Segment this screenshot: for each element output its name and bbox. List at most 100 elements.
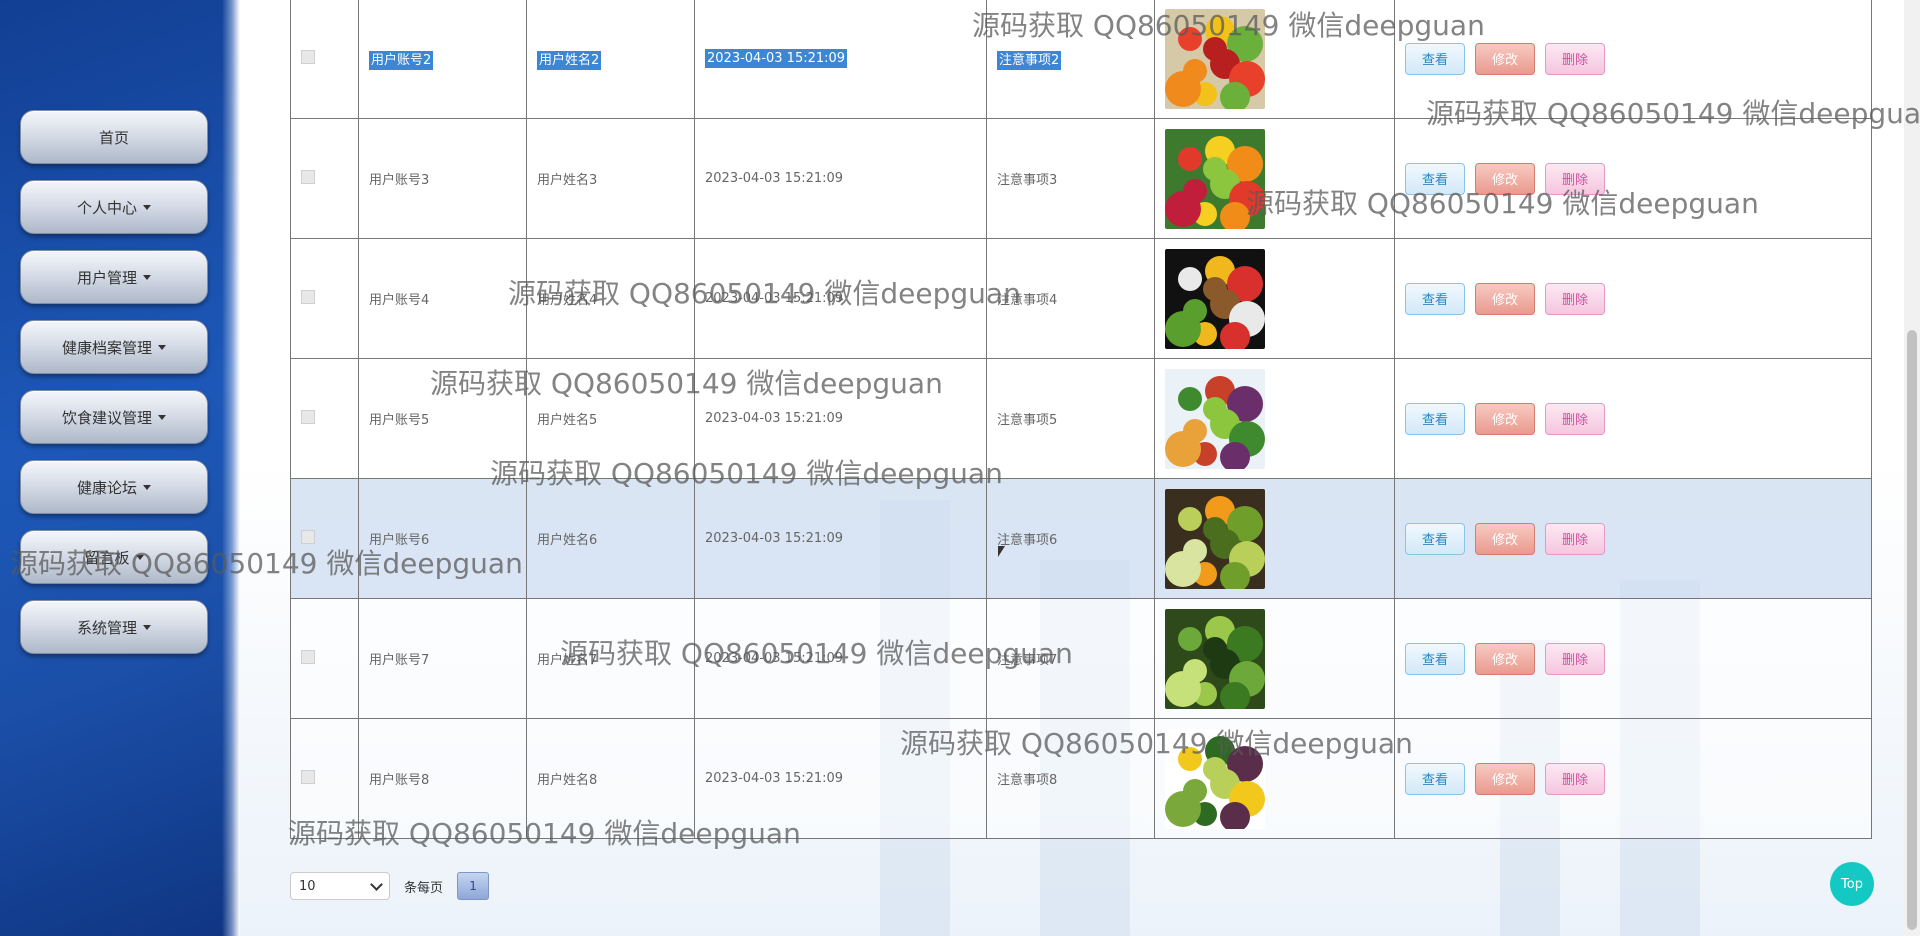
account-cell: 用户账号3 — [358, 118, 527, 239]
table-row[interactable]: 用户账号8 用户姓名8 2023-04-03 15:21:09 注意事项8 查看… — [290, 718, 1872, 839]
edit-button[interactable]: 修改 — [1475, 402, 1536, 435]
actions-cell: 查看 修改 删除 — [1394, 0, 1872, 119]
row-checkbox[interactable] — [301, 769, 315, 784]
view-button[interactable]: 查看 — [1405, 42, 1466, 75]
sidebar-item-6[interactable]: 留言板 — [20, 530, 208, 584]
sidebar-item-3[interactable]: 健康档案管理 — [20, 320, 208, 374]
data-table: 用户账号2 用户姓名2 2023-04-03 15:21:09 注意事项2 查看… — [290, 0, 1872, 839]
name-cell: 用户姓名7 — [526, 598, 695, 719]
image-cell — [1154, 718, 1395, 839]
produce-image — [1165, 248, 1384, 349]
time-cell: 2023-04-03 15:21:09 — [694, 118, 987, 239]
row-checkbox[interactable] — [301, 289, 315, 304]
delete-button[interactable]: 删除 — [1545, 282, 1606, 315]
time-cell: 2023-04-03 15:21:09 — [694, 478, 987, 599]
page-button-current[interactable]: 1 — [457, 872, 490, 900]
name-cell: 用户姓名2 — [526, 0, 695, 119]
table-row[interactable]: 用户账号5 用户姓名5 2023-04-03 15:21:09 注意事项5 查看… — [290, 358, 1872, 479]
name-cell: 用户姓名3 — [526, 118, 695, 239]
view-button[interactable]: 查看 — [1405, 162, 1466, 195]
delete-button[interactable]: 删除 — [1545, 522, 1606, 555]
produce-image — [1165, 488, 1384, 589]
actions-cell: 查看 修改 删除 — [1394, 718, 1872, 839]
row-checkbox[interactable] — [301, 169, 315, 184]
view-button[interactable]: 查看 — [1405, 522, 1466, 555]
edit-button[interactable]: 修改 — [1475, 642, 1536, 675]
edit-button[interactable]: 修改 — [1475, 42, 1536, 75]
time-cell: 2023-04-03 15:21:09 — [694, 598, 987, 719]
name-cell: 用户姓名8 — [526, 718, 695, 839]
caret-down-icon — [143, 484, 151, 490]
chevron-down-icon — [370, 877, 383, 891]
notes: 注意事项8 — [997, 773, 1058, 788]
sidebar-item-label: 个人中心 — [76, 198, 137, 217]
sidebar: 首页个人中心用户管理健康档案管理 饮食建议管理健康论坛留言板系统管理 — [0, 0, 240, 936]
user-account: 用户账号4 — [369, 293, 430, 308]
sidebar-item-label: 系统管理 — [76, 618, 137, 637]
view-button[interactable]: 查看 — [1405, 762, 1466, 795]
actions-cell: 查看 修改 删除 — [1394, 118, 1872, 239]
back-to-top-button[interactable]: Top — [1830, 862, 1874, 906]
view-button[interactable]: 查看 — [1405, 282, 1466, 315]
note-cell: 注意事项7 — [986, 598, 1155, 719]
table-row[interactable]: 用户账号4 用户姓名4 2023-04-03 15:21:09 注意事项4 查看… — [290, 238, 1872, 359]
edit-button[interactable]: 修改 — [1475, 762, 1536, 795]
produce-image — [1165, 608, 1384, 709]
scrollbar-thumb[interactable] — [1907, 330, 1917, 930]
table-row[interactable]: 用户账号7 用户姓名7 2023-04-03 15:21:09 注意事项7 查看… — [290, 598, 1872, 719]
data-table-container: 用户账号2 用户姓名2 2023-04-03 15:21:09 注意事项2 查看… — [290, 0, 1872, 839]
view-button[interactable]: 查看 — [1405, 642, 1466, 675]
note-cell: 注意事项4 — [986, 238, 1155, 359]
mouse-cursor-icon — [998, 546, 1005, 557]
delete-button[interactable]: 删除 — [1545, 162, 1606, 195]
sidebar-item-4[interactable]: 饮食建议管理 — [20, 390, 208, 444]
image-cell — [1154, 238, 1395, 359]
caret-down-icon — [135, 554, 144, 560]
table-row[interactable]: 用户账号2 用户姓名2 2023-04-03 15:21:09 注意事项2 查看… — [290, 0, 1872, 119]
user-name: 用户姓名4 — [537, 293, 598, 308]
table-row[interactable]: 用户账号3 用户姓名3 2023-04-03 15:21:09 注意事项3 查看… — [290, 118, 1872, 239]
sidebar-item-label: 健康论坛 — [76, 478, 137, 497]
caret-down-icon — [143, 204, 151, 210]
user-account: 用户账号5 — [369, 413, 430, 428]
time-cell: 2023-04-03 15:21:09 — [694, 358, 987, 479]
user-name: 用户姓名8 — [537, 773, 598, 788]
delete-button[interactable]: 删除 — [1545, 402, 1606, 435]
edit-button[interactable]: 修改 — [1475, 282, 1536, 315]
user-name: 用户姓名5 — [537, 413, 598, 428]
delete-button[interactable]: 删除 — [1545, 642, 1606, 675]
image-cell — [1154, 118, 1395, 239]
sidebar-item-0[interactable]: 首页 — [20, 110, 208, 164]
vertical-scrollbar[interactable] — [1904, 0, 1920, 936]
sidebar-item-label: 留言板 — [84, 548, 130, 567]
row-checkbox[interactable] — [301, 409, 315, 424]
page-size-select[interactable]: 10 — [290, 872, 390, 900]
edit-button[interactable]: 修改 — [1475, 522, 1536, 555]
sidebar-item-1[interactable]: 个人中心 — [20, 180, 208, 234]
user-account: 用户账号3 — [369, 173, 430, 188]
sidebar-item-2[interactable]: 用户管理 — [20, 250, 208, 304]
row-checkbox[interactable] — [301, 529, 315, 544]
view-button[interactable]: 查看 — [1405, 402, 1466, 435]
sidebar-item-label: 首页 — [98, 128, 129, 147]
sidebar-item-5[interactable]: 健康论坛 — [20, 460, 208, 514]
user-account: 用户账号8 — [369, 773, 430, 788]
account-cell: 用户账号7 — [358, 598, 527, 719]
row-checkbox[interactable] — [301, 649, 315, 664]
row-checkbox[interactable] — [301, 49, 315, 64]
sidebar-edge — [222, 0, 240, 936]
delete-button[interactable]: 删除 — [1545, 762, 1606, 795]
delete-button[interactable]: 删除 — [1545, 42, 1606, 75]
create-time: 2023-04-03 15:21:09 — [705, 531, 844, 546]
checkbox-cell — [290, 118, 359, 239]
edit-button[interactable]: 修改 — [1475, 162, 1536, 195]
actions-cell: 查看 修改 删除 — [1394, 238, 1872, 359]
actions-cell: 查看 修改 删除 — [1394, 598, 1872, 719]
checkbox-cell — [290, 238, 359, 359]
checkbox-cell — [290, 0, 359, 119]
sidebar-item-7[interactable]: 系统管理 — [20, 600, 208, 654]
account-cell: 用户账号5 — [358, 358, 527, 479]
note-cell: 注意事项2 — [986, 0, 1155, 119]
notes: 注意事项7 — [997, 653, 1058, 668]
table-row[interactable]: 用户账号6 用户姓名6 2023-04-03 15:21:09 注意事项6 查看… — [290, 478, 1872, 599]
